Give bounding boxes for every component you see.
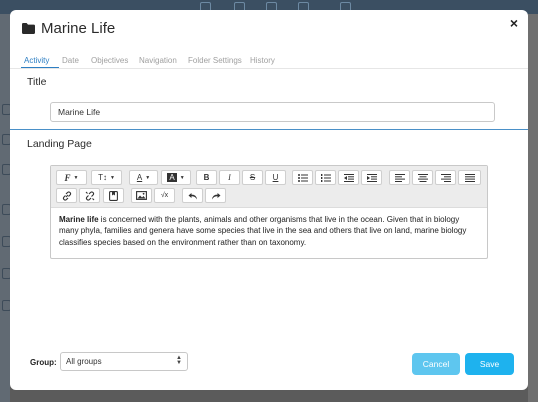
align-right-button[interactable] [435,170,456,185]
tab-navigation[interactable]: Navigation [139,56,177,65]
numbered-list-button[interactable] [315,170,336,185]
bookmark-icon [109,190,118,201]
underline-button[interactable]: U [265,170,286,185]
bold-label: B [203,173,210,182]
section-divider [10,129,528,130]
folder-icon [22,23,35,37]
outdent-button[interactable] [338,170,359,185]
caret-down-icon: ▼ [73,174,79,181]
formula-label: √x [160,192,169,199]
tab-activity[interactable]: Activity [24,56,49,65]
text-color-dropdown[interactable]: A ▼ [129,170,158,185]
background-app-sidebar [0,14,11,402]
bullet-list-icon [297,173,308,182]
save-button[interactable]: Save [465,353,514,375]
align-right-icon [440,173,451,182]
unlink-icon [85,190,94,201]
align-left-icon [394,173,405,182]
outdent-icon [343,173,354,182]
select-arrows-icon: ▲ ▼ [176,355,182,366]
caret-down-icon: ▼ [145,174,151,181]
italic-button[interactable]: I [219,170,240,185]
title-section-label: Title [27,76,47,88]
align-left-button[interactable] [389,170,410,185]
insert-formula-button[interactable]: √x [154,188,175,203]
numbered-list-icon [320,173,331,182]
bullet-list-button[interactable] [292,170,313,185]
align-center-button[interactable] [412,170,433,185]
group-select-value: All groups [66,357,102,366]
remove-link-button[interactable] [79,188,100,203]
caret-down-icon: ▼ [109,174,115,181]
font-size-dropdown[interactable]: T↕ ▼ [91,170,122,185]
landing-page-label: Landing Page [27,138,92,150]
tab-history[interactable]: History [250,56,275,65]
group-label: Group: [30,358,57,367]
background-app-edge [528,14,538,402]
indent-button[interactable] [361,170,382,185]
undo-button[interactable] [182,188,203,203]
justify-icon [464,173,475,182]
background-color-label: A [167,173,177,182]
image-icon [136,191,147,200]
editor-content[interactable]: Marine life is concerned with the plants… [59,214,479,248]
align-center-icon [417,173,428,182]
editor-bold-lead: Marine life [59,215,99,224]
background-color-dropdown[interactable]: A ▼ [161,170,191,185]
tab-folder-settings[interactable]: Folder Settings [188,56,242,65]
group-select[interactable]: All groups ▲ ▼ [60,352,188,371]
text-color-label: A [136,173,143,182]
insert-link-button[interactable] [56,188,77,203]
tab-bar: Activity Date Objectives Navigation Fold… [10,56,528,68]
underline-label: U [272,173,279,182]
modal-title: Marine Life [41,20,116,37]
title-input[interactable] [50,102,495,122]
tab-date[interactable]: Date [62,56,79,65]
modal-header: Marine Life × [10,10,528,50]
insert-image-button[interactable] [131,188,152,203]
rich-text-editor: F ▼ T↕ ▼ A ▼ A ▼ B I S U √x Marine life … [50,165,488,259]
font-family-dropdown[interactable]: F ▼ [56,170,87,185]
indent-icon [366,173,377,182]
tabs-divider [10,68,528,69]
justify-button[interactable] [458,170,481,185]
strikethrough-label: S [249,173,256,182]
tab-objectives[interactable]: Objectives [91,56,128,65]
editor-toolbar: F ▼ T↕ ▼ A ▼ A ▼ B I S U √x [51,166,487,208]
bold-button[interactable]: B [196,170,217,185]
caret-down-icon: ▼ [179,174,185,181]
redo-button[interactable] [205,188,226,203]
font-family-label: F [64,172,71,183]
close-button[interactable]: × [510,15,518,31]
bookmark-button[interactable] [103,188,124,203]
italic-label: I [228,173,231,182]
link-icon [62,190,71,201]
font-size-label: T↕ [98,173,107,182]
editor-body-text: is concerned with the plants, animals an… [59,215,467,247]
redo-icon [211,192,220,199]
undo-icon [188,192,197,199]
strikethrough-button[interactable]: S [242,170,263,185]
folder-settings-modal: Marine Life × Activity Date Objectives N… [10,10,528,390]
cancel-button[interactable]: Cancel [412,353,460,375]
